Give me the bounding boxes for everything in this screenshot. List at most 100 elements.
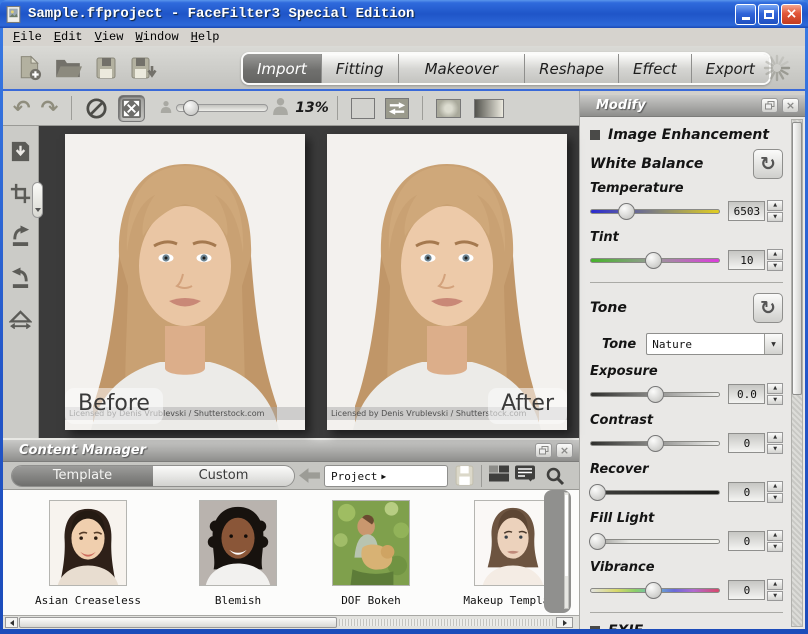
crop-options-dropdown[interactable]: [32, 182, 43, 218]
spin-up-icon[interactable]: ▲: [767, 432, 783, 443]
spin-up-icon[interactable]: ▲: [767, 383, 783, 394]
close-panel-button[interactable]: ×: [782, 98, 799, 113]
temperature-slider[interactable]: [590, 209, 720, 214]
spin-down-icon[interactable]: ▼: [767, 591, 783, 602]
tint-slider[interactable]: [590, 258, 720, 263]
template-item[interactable]: Blemish: [178, 500, 298, 615]
template-item[interactable]: Asian Creaseless: [23, 500, 153, 615]
tab-makeover[interactable]: Makeover: [399, 54, 526, 83]
tint-value[interactable]: 10: [728, 250, 765, 270]
spin-down-icon[interactable]: ▼: [767, 542, 783, 553]
modify-scroll-thumb[interactable]: [792, 122, 802, 395]
vertical-scroll-thumb[interactable]: [565, 495, 568, 576]
spin-up-icon[interactable]: ▲: [767, 249, 783, 260]
fill-light-slider[interactable]: [590, 539, 720, 544]
vignette-icon[interactable]: [436, 99, 461, 118]
tone-dropdown[interactable]: Nature ▼: [646, 333, 783, 355]
exposure-slider[interactable]: [590, 392, 720, 397]
zoom-slider-handle[interactable]: [183, 100, 199, 116]
crop-button[interactable]: [8, 180, 34, 206]
gradient-icon[interactable]: [474, 99, 504, 118]
menu-view[interactable]: View: [89, 30, 130, 44]
vibrance-value[interactable]: 0: [728, 580, 765, 600]
thumbnail-view-button[interactable]: [489, 465, 509, 486]
menu-edit[interactable]: Edit: [48, 30, 89, 44]
tab-reshape[interactable]: Reshape: [525, 54, 619, 83]
recover-value[interactable]: 0: [728, 482, 765, 502]
template-thumbnail[interactable]: [199, 500, 277, 586]
no-zoom-button[interactable]: [85, 97, 108, 120]
before-photo[interactable]: Licensed by Denis Vrublevski / Shutterst…: [65, 134, 305, 430]
horizontal-scroll-thumb[interactable]: [19, 617, 337, 628]
vibrance-spinner[interactable]: ▲▼: [767, 579, 783, 601]
flip-horizontal-button[interactable]: [8, 306, 34, 332]
modify-scrollbar[interactable]: [791, 119, 803, 627]
rotate-right-button[interactable]: [8, 222, 34, 248]
spin-down-icon[interactable]: ▼: [767, 395, 783, 406]
vibrance-slider-handle[interactable]: [645, 582, 662, 599]
tint-slider-handle[interactable]: [645, 252, 662, 269]
tab-fitting[interactable]: Fitting: [322, 54, 399, 83]
minimize-button[interactable]: [735, 4, 756, 25]
after-photo[interactable]: Licensed by Denis Vrublevski / Shutterst…: [327, 134, 567, 430]
exposure-slider-handle[interactable]: [647, 386, 664, 403]
template-thumbnail[interactable]: [474, 500, 552, 586]
spin-up-icon[interactable]: ▲: [767, 530, 783, 541]
close-button[interactable]: ×: [781, 4, 802, 25]
template-list-scrollbar[interactable]: [544, 490, 571, 613]
undo-button[interactable]: ↶: [13, 98, 31, 119]
spin-up-icon[interactable]: ▲: [767, 579, 783, 590]
spin-up-icon[interactable]: ▲: [767, 481, 783, 492]
image-canvas[interactable]: Licensed by Denis Vrublevski / Shutterst…: [39, 126, 579, 438]
template-thumbnail[interactable]: [332, 500, 410, 586]
import-image-button[interactable]: [8, 138, 34, 164]
horizontal-scroll-track[interactable]: [339, 619, 553, 626]
tab-custom[interactable]: Custom: [153, 466, 294, 486]
white-balance-reset-button[interactable]: ↻: [753, 149, 783, 179]
menu-help[interactable]: Help: [185, 30, 226, 44]
float-panel-button[interactable]: [535, 443, 552, 458]
recover-slider-handle[interactable]: [589, 484, 606, 501]
menu-window[interactable]: Window: [129, 30, 184, 44]
save-project-button[interactable]: [91, 53, 121, 83]
spin-up-icon[interactable]: ▲: [767, 200, 783, 211]
temperature-spinner[interactable]: ▲▼: [767, 200, 783, 222]
temperature-value[interactable]: 6503: [728, 201, 765, 221]
fill-light-spinner[interactable]: ▲▼: [767, 530, 783, 552]
contrast-slider-handle[interactable]: [647, 435, 664, 452]
redo-button[interactable]: ↷: [41, 98, 59, 119]
contrast-slider[interactable]: [590, 441, 720, 446]
template-list-hscrollbar[interactable]: [3, 615, 579, 629]
spin-down-icon[interactable]: ▼: [767, 261, 783, 272]
compare-view-button[interactable]: [351, 98, 375, 119]
tone-reset-button[interactable]: ↻: [753, 293, 783, 323]
tab-import[interactable]: Import: [243, 54, 322, 83]
exposure-spinner[interactable]: ▲▼: [767, 383, 783, 405]
template-thumbnail[interactable]: [49, 500, 127, 586]
recover-slider[interactable]: [590, 490, 720, 495]
close-panel-button[interactable]: ×: [556, 443, 573, 458]
rotate-left-button[interactable]: [8, 264, 34, 290]
maximize-button[interactable]: [758, 4, 779, 25]
scroll-left-button[interactable]: [5, 617, 18, 628]
list-view-button[interactable]: [515, 465, 535, 486]
fill-light-value[interactable]: 0: [728, 531, 765, 551]
contrast-spinner[interactable]: ▲▼: [767, 432, 783, 454]
content-manager-header[interactable]: Content Manager ×: [3, 440, 579, 462]
float-panel-button[interactable]: [761, 98, 778, 113]
recover-spinner[interactable]: ▲▼: [767, 481, 783, 503]
exposure-value[interactable]: 0.0: [728, 384, 765, 404]
search-button[interactable]: [545, 466, 565, 490]
tint-spinner[interactable]: ▲▼: [767, 249, 783, 271]
save-template-button[interactable]: [455, 465, 474, 490]
vertical-scroll-track[interactable]: [564, 492, 569, 609]
zoom-slider[interactable]: [176, 104, 268, 112]
fill-light-slider-handle[interactable]: [589, 533, 606, 550]
tab-effect[interactable]: Effect: [619, 54, 692, 83]
title-bar[interactable]: Sample.ffproject - FaceFilter3 Special E…: [0, 0, 808, 28]
spin-down-icon[interactable]: ▼: [767, 444, 783, 455]
fit-to-window-button[interactable]: [118, 95, 145, 122]
tab-template[interactable]: Template: [12, 466, 153, 486]
new-project-button[interactable]: [15, 53, 45, 83]
template-item[interactable]: DOF Bokeh: [316, 500, 426, 615]
